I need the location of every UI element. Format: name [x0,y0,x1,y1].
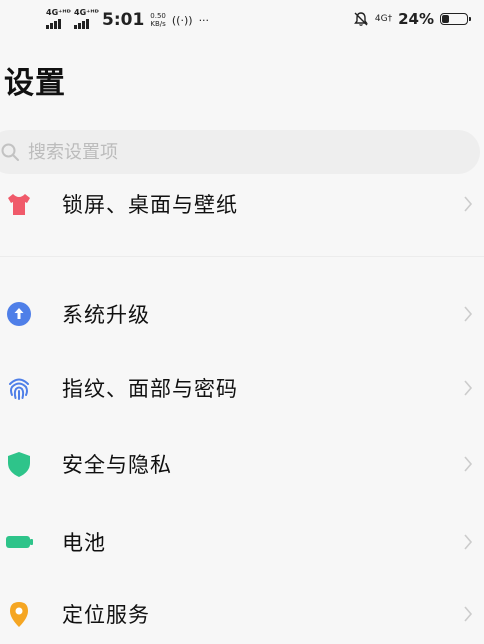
signal-strength-icon: 4G⁺ᴴᴰ [44,9,71,29]
settings-item-label: 电池 [62,531,106,555]
settings-item-label: 安全与隐私 [62,453,172,477]
settings-item-location[interactable]: 定位服务 [0,584,484,644]
settings-item-label: 定位服务 [62,603,150,627]
network-speed-value: 0.50 [150,12,166,20]
right-network-label: 4G† [374,14,393,24]
tshirt-icon [4,189,34,219]
shield-icon [4,449,34,479]
settings-item-system-upgrade[interactable]: 系统升级 [0,284,484,344]
location-pin-icon [4,599,34,629]
chevron-right-icon [464,456,473,472]
status-bar-right: 4G† 24% [353,10,471,28]
status-bar-left: 4G⁺ᴴᴰ 4G⁺ᴴᴰ 5:01 0.50 KB/s ((·)) ··· [44,9,210,30]
page-title: 设置 [4,66,66,101]
more-notifications-icon: ··· [198,13,210,27]
fingerprint-icon [4,373,34,403]
settings-item-battery[interactable]: 电池 [0,512,484,572]
search-input[interactable] [26,140,430,164]
search-icon [1,143,19,161]
chevron-right-icon [464,196,473,212]
status-time: 5:01 [102,10,145,30]
settings-item-label: 锁屏、桌面与壁纸 [62,193,238,217]
mute-bell-icon [353,12,368,26]
settings-item-wallpaper[interactable]: 锁屏、桌面与壁纸 [0,174,484,234]
section-divider [0,256,484,257]
search-bar[interactable] [0,130,480,174]
network-type-label: 4G⁺ᴴᴰ [74,8,99,17]
settings-item-fingerprint[interactable]: 指纹、面部与密码 [0,358,484,418]
network-speed: 0.50 KB/s [150,12,166,28]
network-speed-unit: KB/s [150,20,166,28]
chevron-right-icon [464,380,473,396]
battery-icon [440,13,471,25]
battery-icon [4,527,34,557]
signal-strength-icon: 4G⁺ᴴᴰ [72,9,99,29]
chevron-right-icon [464,306,473,322]
hotspot-icon: ((·)) [171,13,193,27]
settings-item-label: 系统升级 [62,303,150,327]
settings-item-label: 指纹、面部与密码 [62,377,238,401]
settings-item-security-privacy[interactable]: 安全与隐私 [0,434,484,494]
battery-percent: 24% [398,10,434,28]
chevron-right-icon [464,606,473,622]
network-type-label: 4G⁺ᴴᴰ [46,8,71,17]
upgrade-arrow-icon [4,299,34,329]
status-bar: 4G⁺ᴴᴰ 4G⁺ᴴᴰ 5:01 0.50 KB/s ((·)) ··· 4G†… [0,0,484,38]
chevron-right-icon [464,534,473,550]
